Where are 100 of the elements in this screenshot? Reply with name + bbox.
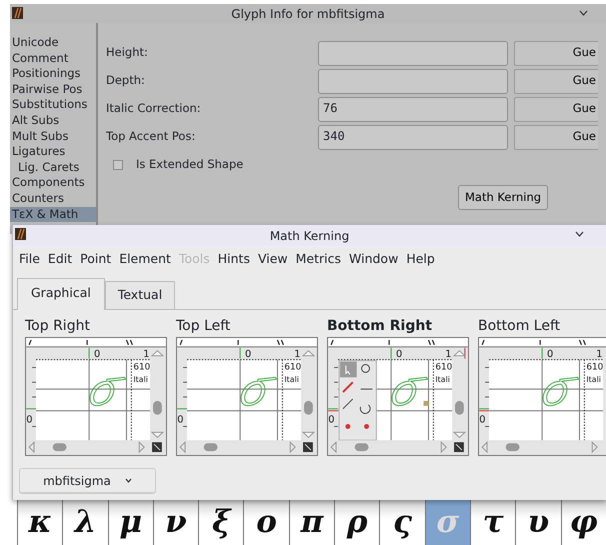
sidebar-item[interactable]: Components [10, 175, 96, 191]
italic-label: Itali [284, 374, 299, 384]
glyph-cell[interactable]: ο [243, 500, 289, 545]
corner-icon [454, 442, 464, 452]
glyph-outline [240, 376, 277, 406]
guess-button[interactable]: Gue [514, 40, 598, 66]
ruler-label: 1 [143, 348, 150, 360]
field-label: Top Accent Pos: [106, 128, 196, 146]
left-ruler [328, 366, 339, 426]
input-field[interactable]: 340 [318, 124, 508, 150]
italic-label: Itali [435, 374, 450, 384]
input-field[interactable]: 76 [318, 96, 508, 122]
ruler-label: 0 [479, 414, 486, 426]
glyph-cell[interactable]: υ [515, 500, 561, 545]
menu-item[interactable]: Help [406, 250, 435, 269]
glyph-outline [90, 376, 126, 406]
ruler-label: 0 [396, 348, 402, 360]
app-icon [15, 228, 26, 240]
glyph-dropdown[interactable]: mbfitsigma [19, 468, 156, 494]
ruler-label: 1 [596, 348, 602, 360]
sidebar-item[interactable]: TεX & Math [10, 206, 96, 222]
menu-item[interactable]: View [258, 250, 288, 269]
panel-title: Bottom Left [478, 316, 562, 334]
window-title: Math Kerning [270, 228, 350, 245]
menu-item[interactable]: File [19, 250, 40, 269]
glyph-cell[interactable]: λ [62, 500, 108, 545]
ruler-label: 0 [94, 348, 100, 360]
glyph-cell[interactable]: ν [152, 500, 198, 545]
corner-icon [152, 442, 162, 452]
left-ruler [478, 366, 490, 426]
sidebar-item[interactable]: Ligatures [10, 144, 96, 160]
ruler-label: 0 [328, 414, 334, 426]
kern-mark-line [464, 346, 466, 359]
left-ruler [26, 366, 37, 426]
checkbox-label: Is Extended Shape [136, 156, 244, 174]
glyph-cell[interactable]: ς [379, 500, 425, 545]
sidebar-item[interactable]: Mult Subs [10, 128, 96, 144]
left-ruler [176, 366, 188, 426]
glyph-outline [392, 376, 428, 406]
width-label: 610 [586, 362, 604, 372]
glyph-cell[interactable]: ρ [334, 500, 380, 545]
ruler-label: 1 [445, 348, 452, 360]
panel-title: Bottom Right [327, 316, 434, 334]
glyph-cell[interactable]: κ [17, 500, 62, 545]
window-title: Glyph Info for mbfitsigma [231, 6, 385, 22]
menu-item[interactable]: Metrics [296, 250, 342, 269]
ruler-label: 0 [26, 414, 32, 426]
panel-title: Top Right [25, 316, 91, 334]
glyph-cell[interactable]: ξ [198, 500, 244, 545]
width-label: 610 [435, 362, 452, 372]
tab[interactable]: Graphical [17, 278, 105, 310]
origin-marker [240, 346, 241, 359]
glyph-cell[interactable]: τ [470, 500, 516, 545]
input-field[interactable] [318, 68, 508, 94]
tab[interactable]: Textual [104, 280, 176, 308]
corner-icon [303, 442, 313, 452]
origin-marker [390, 346, 392, 359]
field-label: Height: [106, 44, 149, 62]
menu-item[interactable]: Edit [48, 250, 72, 269]
guess-button[interactable]: Gue [514, 96, 598, 122]
field-label: Italic Correction: [106, 100, 202, 118]
menu-item[interactable]: Point [80, 250, 112, 269]
menu-item[interactable]: Window [349, 250, 398, 269]
sidebar-item[interactable]: Positionings [10, 66, 96, 82]
glyph-outline [542, 376, 579, 406]
sidebar-item[interactable]: Pairwise Pos [10, 82, 96, 98]
ruler-label: 1 [294, 348, 300, 360]
glyph-cell[interactable]: φ [560, 500, 606, 545]
sidebar-item[interactable]: Substitutions [10, 97, 96, 113]
glyph-cell[interactable]: μ [108, 500, 153, 545]
sidebar-item[interactable]: Lig. Carets [10, 160, 96, 176]
italic-label: Itali [133, 374, 148, 384]
field-label: Depth: [106, 72, 146, 90]
origin-marker [88, 346, 90, 359]
sidebar-item[interactable]: Alt Subs [10, 112, 96, 129]
glyph-cell[interactable]: π [288, 500, 334, 545]
menu-item[interactable]: Element [119, 250, 171, 269]
kern-mark-line [478, 410, 490, 411]
input-field[interactable] [318, 40, 508, 66]
math-kerning-button[interactable]: Math Kerning [458, 185, 548, 210]
chevron-down-icon[interactable] [579, 10, 588, 16]
menu-item[interactable]: Hints [218, 250, 250, 269]
sidebar-item[interactable]: Comment [10, 50, 96, 66]
checkbox[interactable] [113, 160, 123, 170]
sidebar-item[interactable]: Counters [10, 190, 96, 207]
width-label: 610 [133, 362, 150, 372]
origin-marker [542, 346, 543, 359]
caret-icon [124, 478, 132, 483]
ruler-label: 0 [245, 348, 252, 360]
guess-button[interactable]: Gue [514, 124, 598, 150]
ruler-label: 0 [177, 414, 184, 426]
sidebar-item[interactable]: Unicode [10, 35, 96, 51]
italic-label: Itali [586, 374, 601, 384]
chevron-down-icon[interactable] [575, 231, 584, 237]
guess-button[interactable]: Gue [514, 68, 598, 94]
ruler-label: 0 [547, 348, 554, 360]
width-label: 610 [284, 362, 302, 372]
panel-title: Top Left [176, 316, 232, 334]
kern-mark-line [328, 410, 339, 411]
app-icon [12, 7, 23, 19]
